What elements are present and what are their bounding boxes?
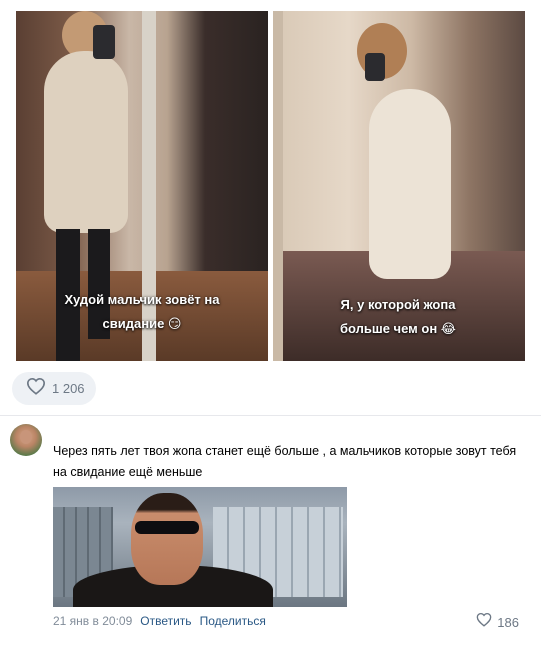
photo-phone: [365, 53, 385, 81]
gif-figure-head: [131, 493, 203, 585]
photo-figure-dress: [44, 51, 128, 233]
photo-phone: [93, 25, 115, 59]
photo-caption: Худой мальчик зовёт на свидание 😏: [64, 292, 220, 331]
comment-like-count: 186: [497, 614, 519, 630]
post-photo-right[interactable]: Я, у которой жопа больше чем он 😂: [273, 11, 525, 361]
share-button[interactable]: Поделиться: [200, 614, 266, 628]
post-like-count: 1 206: [52, 381, 85, 396]
reply-button[interactable]: Ответить: [140, 614, 191, 628]
comment-text: Через пять лет твоя жопа станет ещё боль…: [53, 444, 517, 479]
photo-caption: Я, у которой жопа больше чем он 😂: [339, 297, 456, 336]
post-like-button[interactable]: 1 206: [12, 372, 96, 405]
post-photo-left[interactable]: Худой мальчик зовёт на свидание 😏: [16, 11, 268, 361]
heart-icon: [476, 612, 492, 632]
mirror-frame: [273, 11, 283, 361]
gif-figure-glasses: [135, 521, 199, 534]
comment-timestamp[interactable]: 21 янв в 20:09: [53, 614, 132, 628]
comment-meta: 21 янв в 20:09 Ответить Поделиться: [53, 614, 266, 628]
comment-like-button[interactable]: 186: [476, 612, 519, 632]
comment-gif[interactable]: [53, 487, 347, 607]
photo-figure-dress: [369, 89, 451, 279]
avatar[interactable]: [10, 424, 42, 456]
section-divider: [0, 415, 541, 416]
heart-icon: [26, 377, 46, 400]
